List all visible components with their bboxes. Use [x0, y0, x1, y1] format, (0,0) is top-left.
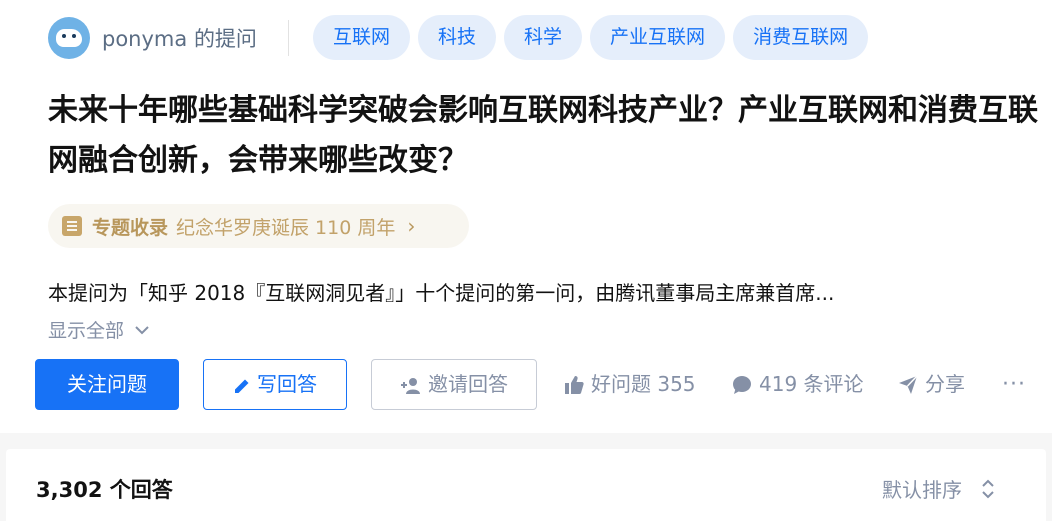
share-icon: [897, 374, 919, 396]
sort-arrows-icon: [980, 478, 996, 500]
comments-label: 419 条评论: [759, 372, 864, 396]
more-icon[interactable]: ···: [1002, 359, 1026, 410]
collection-banner[interactable]: 专题收录 纪念华罗庚诞辰 110 周年 ›: [48, 204, 469, 248]
sort-dropdown[interactable]: 默认排序: [882, 474, 996, 503]
topic-tag[interactable]: 科技: [418, 15, 497, 60]
share-label: 分享: [925, 372, 965, 396]
chevron-right-icon: ›: [407, 214, 416, 238]
pencil-icon: [233, 377, 251, 395]
follow-question-button[interactable]: 关注问题: [35, 359, 179, 410]
share-button[interactable]: 分享: [897, 359, 965, 410]
avatar[interactable]: [48, 17, 90, 59]
answers-header: 3,302 个回答 默认排序: [6, 449, 1046, 521]
author-suffix: 的提问: [193, 27, 257, 51]
answers-count: 3,302 个回答: [36, 478, 173, 502]
question-header-card: ponyma 的提问 互联网 科技 科学 产业互联网 消费互联网 未来十年哪些基…: [0, 0, 1052, 433]
comment-icon: [731, 374, 753, 396]
topic-tag[interactable]: 产业互联网: [590, 15, 726, 60]
chevron-down-icon: [134, 325, 150, 335]
show-all-label: 显示全部: [48, 320, 125, 342]
collection-label: 专题收录: [92, 216, 169, 239]
author-name[interactable]: ponyma: [102, 27, 187, 51]
thumbs-up-icon: [563, 374, 585, 396]
topic-tag[interactable]: 互联网: [313, 15, 411, 60]
invite-answer-button[interactable]: 邀请回答: [371, 359, 537, 410]
topic-tag[interactable]: 科学: [504, 15, 583, 60]
book-icon: [62, 216, 82, 236]
author-info[interactable]: ponyma 的提问: [48, 17, 257, 59]
invite-answer-label: 邀请回答: [428, 372, 508, 396]
topic-tag[interactable]: 消费互联网: [733, 15, 869, 60]
good-question-button[interactable]: 好问题 355: [563, 359, 696, 410]
show-all-button[interactable]: 显示全部: [48, 316, 150, 343]
divider: [288, 20, 289, 56]
write-answer-label: 写回答: [257, 372, 317, 396]
good-question-label: 好问题 355: [591, 372, 696, 396]
question-title: 未来十年哪些基础科学突破会影响互联网科技产业？产业互联网和消费互联网融合创新，会…: [48, 93, 1038, 178]
add-user-icon: [400, 377, 422, 395]
question-actions: 关注问题 写回答 邀请回答 好问题 355 419 条评论 分享 ···: [35, 359, 1035, 411]
write-answer-button[interactable]: 写回答: [203, 359, 347, 410]
question-excerpt: 本提问为「知乎 2018『互联网洞见者』」十个提问的第一问，由腾讯董事局主席兼首…: [48, 281, 835, 305]
sort-label: 默认排序: [882, 478, 962, 502]
comments-button[interactable]: 419 条评论: [731, 359, 864, 410]
collection-name: 纪念华罗庚诞辰 110 周年: [176, 216, 396, 239]
topic-tags: 互联网 科技 科学 产业互联网 消费互联网: [313, 15, 869, 60]
